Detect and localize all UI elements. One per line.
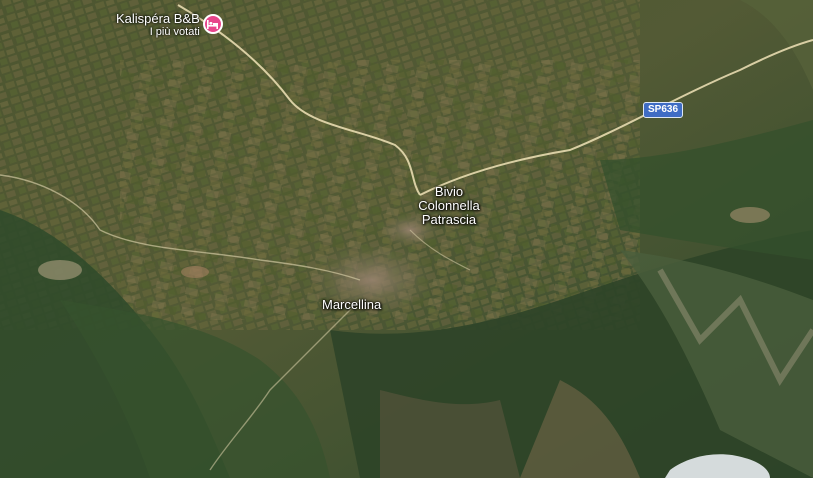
poi-subtitle: I più votati xyxy=(149,26,200,38)
place-label-line: Bivio xyxy=(434,184,464,199)
place-label-bivio-colonnella-patrascia[interactable]: Bivio Colonnella Patrascia xyxy=(409,185,489,227)
poi-name: Kalispéra B&B xyxy=(116,11,200,26)
road-shield-sp636[interactable]: SP636 xyxy=(643,102,684,118)
place-label-line: Marcellina xyxy=(322,297,382,312)
poi-text: Kalispéra B&B I più votati xyxy=(116,11,200,39)
place-label-marcellina[interactable]: Marcellina xyxy=(322,298,381,312)
place-label-line: Colonnella xyxy=(418,198,480,213)
poi-kalispera-bb[interactable]: Kalispéra B&B I più votati xyxy=(116,12,223,38)
satellite-terrain xyxy=(0,0,813,478)
satellite-map[interactable]: Kalispéra B&B I più votati Bivio Colonne… xyxy=(0,0,813,478)
place-label-line: Patrascia xyxy=(421,212,477,227)
hotel-bed-icon[interactable] xyxy=(202,14,223,34)
